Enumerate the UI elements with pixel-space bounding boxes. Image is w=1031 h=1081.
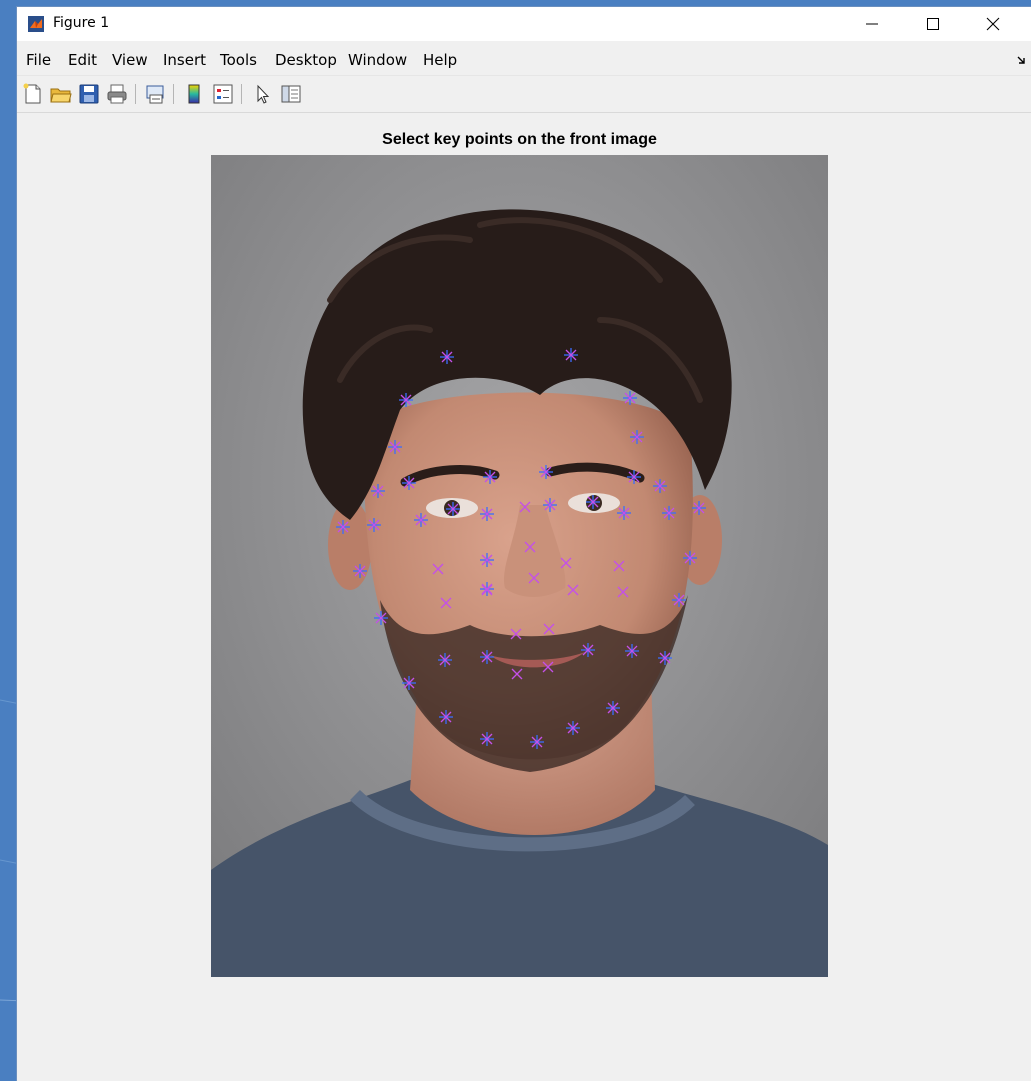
key-point-marker-plus — [440, 350, 454, 364]
key-point-marker-plus — [353, 564, 367, 578]
key-point-marker-plus — [581, 643, 595, 657]
minimize-icon — [866, 23, 878, 25]
key-point-marker-plus — [653, 479, 667, 493]
title-bar[interactable]: Figure 1 — [17, 7, 1031, 41]
minimize-button[interactable] — [849, 7, 895, 41]
menu-desktop[interactable]: Desktop — [275, 51, 337, 69]
key-point-marker-plus — [625, 644, 639, 658]
key-point-marker-plus — [336, 520, 350, 534]
key-point-marker-plus — [683, 551, 697, 565]
key-point-marker-plus — [672, 593, 686, 607]
colorbar-button[interactable] — [182, 82, 206, 106]
front-face-image[interactable] — [211, 155, 828, 977]
open-file-button[interactable] — [49, 82, 73, 106]
key-point-marker-plus — [566, 721, 580, 735]
maximize-icon — [927, 18, 939, 30]
key-point-marker-plus — [623, 391, 637, 405]
key-point-marker-plus — [480, 650, 494, 664]
figure-toolbar — [17, 75, 1031, 113]
menu-window[interactable]: Window — [348, 51, 407, 69]
colorbar-icon — [188, 84, 200, 104]
pointer-icon — [257, 84, 270, 104]
key-point-marker-plus — [483, 470, 497, 484]
key-point-marker-plus — [446, 502, 460, 516]
new-figure-button[interactable] — [21, 82, 45, 106]
key-point-marker-plus — [630, 430, 644, 444]
key-point-marker-plus — [480, 507, 494, 521]
key-point-marker-plus — [627, 470, 641, 484]
key-point-marker-plus — [480, 553, 494, 567]
key-point-marker-plus — [439, 710, 453, 724]
key-point-marker-plus — [539, 465, 553, 479]
key-point-marker-plus — [414, 513, 428, 527]
key-point-marker-plus — [374, 611, 388, 625]
maximize-button[interactable] — [910, 7, 956, 41]
link-plot-button[interactable] — [143, 82, 167, 106]
window-title: Figure 1 — [53, 15, 110, 31]
key-point-marker-plus — [692, 501, 706, 515]
close-button[interactable] — [970, 7, 1016, 41]
key-point-marker-plus — [530, 735, 544, 749]
open-file-icon — [50, 88, 72, 103]
link-plot-icon — [146, 85, 164, 104]
key-point-marker-plus — [402, 476, 416, 490]
key-point-marker-plus — [388, 440, 402, 454]
key-point-marker-plus — [662, 506, 676, 520]
axes-title: Select key points on the front image — [382, 131, 657, 148]
key-point-marker-plus — [438, 653, 452, 667]
key-point-marker-plus — [480, 732, 494, 746]
print-icon — [107, 84, 127, 104]
key-point-marker-plus — [606, 701, 620, 715]
key-point-marker-plus — [371, 484, 385, 498]
key-point-marker-plus — [402, 676, 416, 690]
save-icon — [79, 84, 99, 104]
key-point-marker-plus — [658, 651, 672, 665]
dock-arrow-icon[interactable] — [1017, 56, 1025, 64]
toolbar-separator — [173, 84, 174, 104]
menu-tools[interactable]: Tools — [220, 51, 257, 69]
close-icon — [986, 17, 1000, 31]
legend-button[interactable] — [211, 82, 235, 106]
save-button[interactable] — [77, 82, 101, 106]
key-point-marker-plus — [543, 498, 557, 512]
key-point-marker-plus — [367, 518, 381, 532]
property-inspector-button[interactable] — [279, 82, 303, 106]
menu-help[interactable]: Help — [423, 51, 457, 69]
key-point-marker-plus — [480, 582, 494, 596]
pointer-button[interactable] — [250, 82, 274, 106]
property-inspector-icon — [281, 85, 301, 103]
menu-file[interactable]: File — [26, 51, 51, 69]
toolbar-separator — [241, 84, 242, 104]
key-point-marker-plus — [399, 393, 413, 407]
legend-icon — [213, 84, 233, 104]
key-point-marker-plus — [617, 506, 631, 520]
new-figure-icon — [23, 83, 41, 104]
key-point-marker-plus — [586, 495, 600, 509]
menu-view[interactable]: View — [112, 51, 148, 69]
matlab-icon — [28, 16, 44, 32]
menu-bar: File Edit View Insert Tools Desktop Wind… — [17, 47, 1031, 75]
key-point-marker-plus — [564, 348, 578, 362]
toolbar-separator — [135, 84, 136, 104]
menu-edit[interactable]: Edit — [68, 51, 97, 69]
menu-insert[interactable]: Insert — [163, 51, 206, 69]
print-button[interactable] — [105, 82, 129, 106]
